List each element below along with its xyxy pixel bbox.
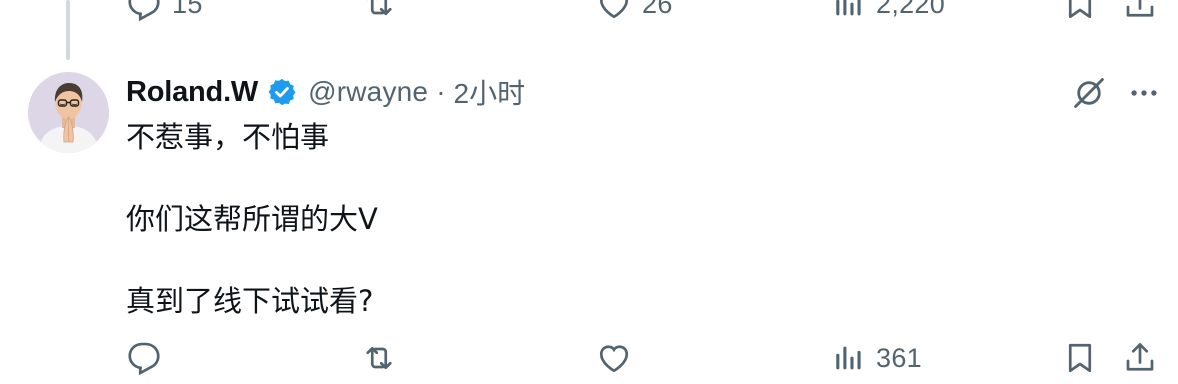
verified-badge-icon	[268, 78, 296, 106]
bookmark-button[interactable]	[1062, 340, 1098, 376]
retweet-icon	[367, 0, 392, 16]
retweet-icon	[366, 346, 392, 370]
views-count: 2,220	[876, 0, 946, 19]
share-button[interactable]	[1122, 0, 1158, 22]
reply-count: 15	[172, 0, 203, 19]
memoji-avatar-image	[28, 72, 109, 153]
reply-button[interactable]	[126, 340, 162, 376]
retweet-button[interactable]	[360, 340, 398, 376]
views-button[interactable]: 361	[832, 340, 922, 376]
tweet-action-bar: 361	[0, 340, 1178, 380]
author-name[interactable]: Roland.W	[126, 76, 258, 109]
tweet-text: 不惹事，不怕事 你们这帮所谓的大V 真到了线下试试看?	[126, 117, 1126, 321]
retweet-button[interactable]	[360, 0, 398, 22]
tweet-text-line: 真到了线下试试看?	[126, 284, 374, 318]
grok-icon	[1074, 78, 1104, 108]
tweet-header: Roland.W @rwayne · 2小时	[126, 72, 525, 112]
avatar[interactable]	[28, 72, 109, 153]
reply-button[interactable]: 15	[126, 0, 203, 22]
header-separator: ·	[436, 76, 446, 107]
tweet-text-line: 你们这帮所谓的大V	[126, 202, 378, 236]
like-button[interactable]	[596, 340, 632, 376]
share-icon	[1126, 0, 1154, 17]
like-button[interactable]: 26	[596, 0, 673, 22]
views-count: 361	[876, 342, 922, 373]
bookmark-icon	[1068, 0, 1092, 19]
reply-icon	[128, 0, 160, 22]
more-icon	[1131, 90, 1157, 96]
tweet-thread: 15 26 2,220 Roland.W @rwayne · 2小时 不惹事，不…	[0, 0, 1178, 384]
like-count: 26	[642, 0, 673, 19]
previous-tweet-action-bar: 15 26 2,220	[0, 0, 1178, 24]
share-icon	[1126, 343, 1154, 371]
tweet-timestamp[interactable]: 2小时	[454, 72, 526, 112]
more-options-button[interactable]	[1122, 73, 1166, 113]
bookmark-icon	[1068, 343, 1092, 373]
reply-icon	[128, 342, 160, 376]
views-icon	[836, 346, 861, 370]
author-handle[interactable]: @rwayne	[308, 76, 428, 108]
bookmark-button[interactable]	[1062, 0, 1098, 22]
grok-button[interactable]	[1066, 73, 1112, 113]
tweet-text-line: 不惹事，不怕事	[126, 120, 330, 154]
verified-badge[interactable]	[267, 77, 297, 107]
views-button[interactable]: 2,220	[832, 0, 945, 22]
views-icon	[836, 0, 861, 16]
heart-icon	[599, 345, 629, 373]
heart-icon	[599, 0, 629, 19]
share-button[interactable]	[1122, 340, 1158, 376]
